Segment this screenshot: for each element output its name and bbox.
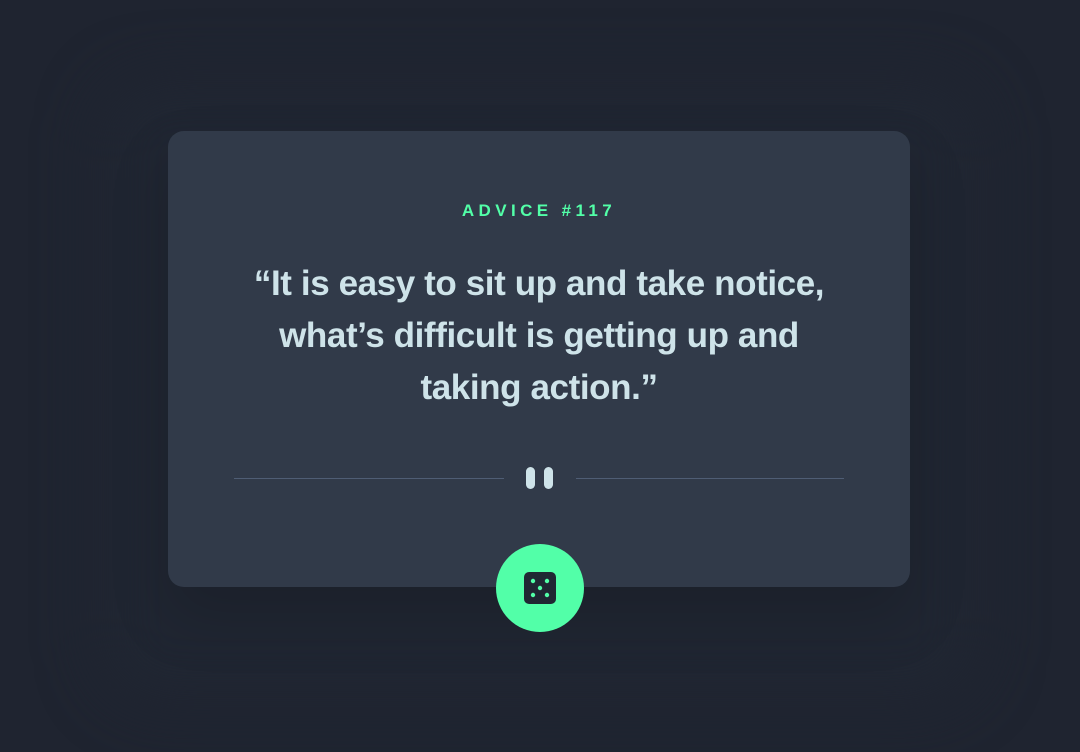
new-advice-button[interactable] — [496, 544, 584, 632]
advice-id-label: ADVICE #117 — [461, 201, 617, 220]
dice-icon — [524, 572, 556, 604]
pause-icon — [525, 467, 553, 491]
pause-bar-left — [526, 467, 535, 489]
divider-line-right — [576, 478, 844, 479]
advice-card: ADVICE #117 “It is easy to sit up and ta… — [168, 131, 910, 587]
advice-quote: “It is easy to sit up and take notice, w… — [253, 264, 825, 407]
divider-line-left — [234, 478, 504, 479]
pause-bar-right — [544, 467, 553, 489]
